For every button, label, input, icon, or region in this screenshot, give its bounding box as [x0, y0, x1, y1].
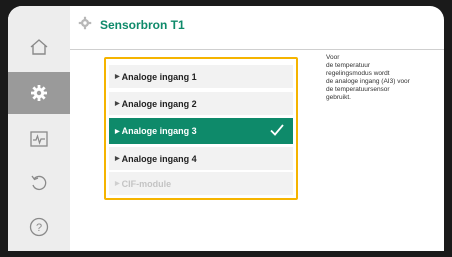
menu-item-label: Analoge ingang 3	[121, 126, 197, 136]
arrow-right-icon: ▶	[115, 128, 120, 135]
menu-focus-frame: ▶ Analoge ingang 1 ▶ Analoge ingang 2 ▶ …	[104, 57, 298, 200]
help-text-line: gebruikt.	[326, 94, 351, 101]
arrow-right-icon: ▶	[115, 156, 120, 162]
svg-text:?: ?	[36, 222, 42, 234]
home-icon	[30, 39, 48, 55]
display-screen: ? Sensorbron T1 ▶ Analoge ingang 1 ▶ Ana…	[8, 6, 444, 251]
menu-item-analog-input-2[interactable]: ▶ Analoge ingang 2	[109, 92, 293, 115]
menu-item-label: Analoge ingang 2	[121, 98, 197, 109]
help-text-line: de temperatuur	[326, 62, 371, 69]
gear-icon	[78, 16, 92, 30]
sidebar: ?	[8, 6, 70, 251]
menu-item-label: CIF-module	[121, 178, 172, 189]
sidebar-item-diagnostics[interactable]	[8, 118, 70, 160]
arrow-right-icon: ▶	[115, 101, 120, 107]
sidebar-item-undo[interactable]	[8, 162, 70, 204]
help-text-line: de analoge ingang (AI3) voor	[326, 78, 410, 85]
menu-item-analog-input-4[interactable]: ▶ Analoge ingang 4	[109, 147, 293, 170]
header: Sensorbron T1	[70, 6, 444, 50]
help-text: Voor de temperatuur regelingsmodus wordt…	[326, 54, 438, 102]
sidebar-item-home[interactable]	[8, 26, 70, 68]
checkmark-icon	[270, 124, 284, 136]
help-icon: ?	[29, 217, 49, 237]
diagnostics-icon	[30, 131, 48, 147]
menu-item-analog-input-1[interactable]: ▶ Analoge ingang 1	[109, 65, 293, 88]
help-text-line: Voor	[326, 54, 340, 61]
gear-icon	[31, 85, 47, 101]
page-title: Sensorbron T1	[100, 18, 185, 32]
help-text-line: regelingsmodus wordt	[326, 70, 390, 77]
sidebar-item-settings[interactable]	[8, 72, 70, 114]
help-text-line: de temperatuursensor	[326, 86, 390, 93]
arrow-right-icon: ▶	[115, 181, 120, 187]
menu-item-label: Analoge ingang 4	[121, 153, 197, 164]
arrow-right-icon: ▶	[115, 74, 120, 80]
undo-icon	[31, 175, 47, 191]
menu-item-analog-input-3[interactable]: ▶ Analoge ingang 3	[109, 118, 293, 144]
menu-item-label: Analoge ingang 1	[121, 71, 197, 82]
sidebar-item-help[interactable]: ?	[8, 206, 70, 248]
menu-item-cif-module: ▶ CIF-module	[109, 172, 293, 195]
